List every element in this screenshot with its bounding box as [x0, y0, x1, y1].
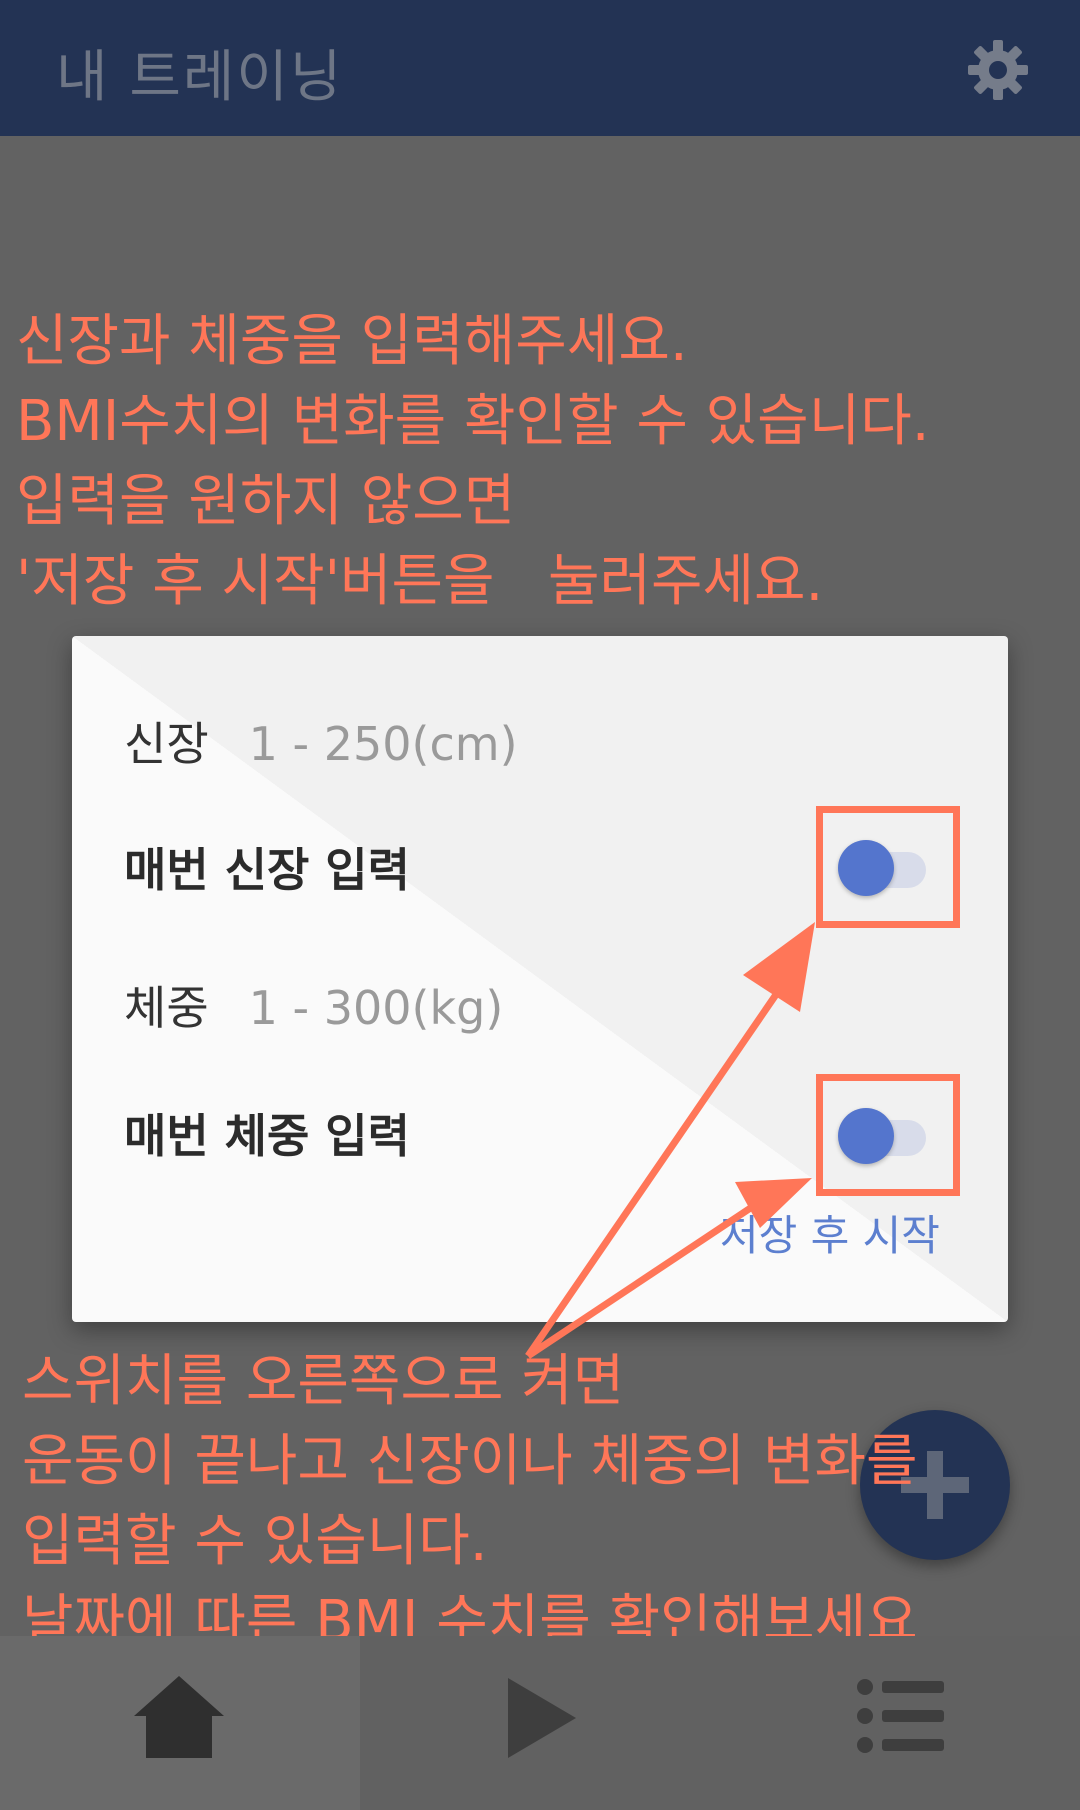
- home-icon: [134, 1676, 224, 1758]
- nav-home[interactable]: [0, 1636, 360, 1810]
- weight-field[interactable]: 체중 1 - 300(kg): [124, 972, 503, 1038]
- tutorial-instruction-top: 신장과 체중을 입력해주세요. BMI수치의 변화를 확인할 수 있습니다. 입…: [16, 302, 930, 622]
- highlight-box: [816, 806, 960, 928]
- weight-input[interactable]: 1 - 300(kg): [249, 981, 504, 1035]
- instruction-line: 입력할 수 있습니다.: [22, 1509, 488, 1574]
- weight-label: 체중: [124, 981, 209, 1035]
- save-and-start-button[interactable]: 저장 후 시작: [720, 1202, 940, 1263]
- nav-list[interactable]: [720, 1636, 1080, 1810]
- instruction-line: 신장과 체중을 입력해주세요.: [16, 309, 688, 374]
- gear-icon[interactable]: [966, 38, 1030, 102]
- height-toggle-label: 매번 신장 입력: [124, 843, 410, 897]
- height-field[interactable]: 신장 1 - 250(cm): [124, 708, 518, 774]
- instruction-line: 입력을 원하지 않으면: [16, 469, 516, 534]
- instruction-line: 스위치를 오른쪽으로 켜면: [22, 1349, 625, 1414]
- instruction-line: 운동이 끝나고 신장이나 체중의 변화를: [22, 1429, 918, 1494]
- play-icon: [508, 1678, 576, 1758]
- bottom-navigation: [0, 1636, 1080, 1810]
- app-bar: 내 트레이닝: [0, 0, 1080, 136]
- tutorial-instruction-bottom: 스위치를 오른쪽으로 켜면 운동이 끝나고 신장이나 체중의 변화를 입력할 수…: [22, 1342, 918, 1662]
- list-icon: [857, 1679, 944, 1753]
- height-label: 신장: [124, 717, 209, 771]
- nav-play[interactable]: [360, 1636, 720, 1810]
- body-info-dialog: 신장 1 - 250(cm) 매번 신장 입력 체중 1 - 300(kg) 매번 …: [72, 636, 1008, 1322]
- instruction-line: '저장 후 시작'버튼을 눌러주세요.: [16, 549, 824, 614]
- page-title: 내 트레이닝: [56, 45, 344, 110]
- highlight-box: [816, 1074, 960, 1196]
- instruction-line: BMI수치의 변화를 확인할 수 있습니다.: [16, 389, 930, 454]
- height-input[interactable]: 1 - 250(cm): [249, 717, 518, 771]
- weight-toggle-label: 매번 체중 입력: [124, 1109, 410, 1163]
